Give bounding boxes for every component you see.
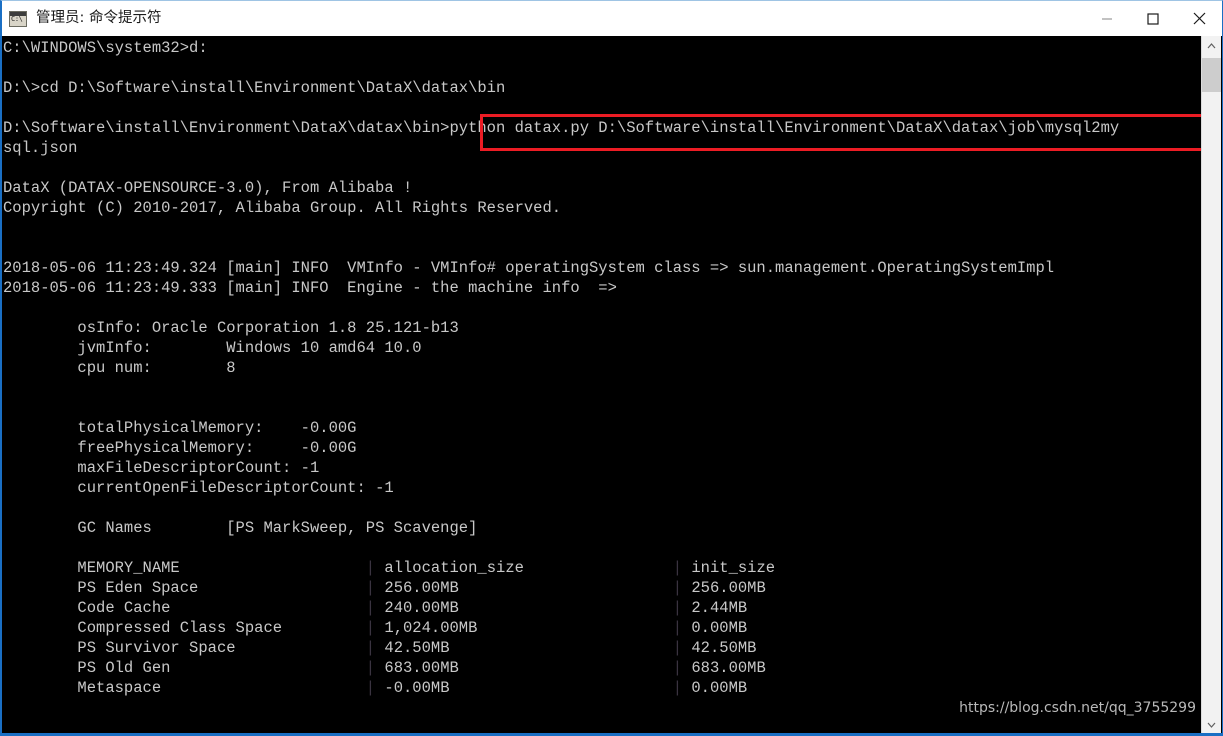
window-controls <box>1084 1 1222 36</box>
console-text: C:\WINDOWS\system32>d: D:\>cd D:\Softwar… <box>3 39 1120 697</box>
column-separator: | <box>365 559 376 577</box>
window-title: 管理员: 命令提示符 <box>36 10 162 26</box>
window-titlebar[interactable]: C:\ 管理员: 命令提示符 <box>2 1 1222 36</box>
column-separator: | <box>672 639 683 657</box>
column-separator: | <box>672 679 683 697</box>
column-separator: | <box>672 619 683 637</box>
terminal-output-area[interactable]: C:\WINDOWS\system32>d: D:\>cd D:\Softwar… <box>2 36 1205 733</box>
scrollbar-thumb[interactable] <box>1202 58 1221 92</box>
column-separator: | <box>365 579 376 597</box>
command-prompt-window: C:\ 管理员: 命令提示符 C:\WINDOWS\system32>d: D:… <box>0 0 1223 736</box>
chevron-up-icon[interactable] <box>1202 36 1221 55</box>
maximize-button[interactable] <box>1130 1 1176 36</box>
column-separator: | <box>365 639 376 657</box>
column-separator: | <box>672 559 683 577</box>
column-separator: | <box>672 599 683 617</box>
column-separator: | <box>365 679 376 697</box>
column-separator: | <box>365 619 376 637</box>
chevron-down-icon[interactable] <box>1202 715 1221 733</box>
column-separator: | <box>365 659 376 677</box>
vertical-scrollbar[interactable] <box>1201 36 1221 733</box>
column-separator: | <box>365 599 376 617</box>
console-icon-glyph: C:\ <box>11 14 23 23</box>
close-button[interactable] <box>1176 1 1222 36</box>
column-separator: | <box>672 659 683 677</box>
column-separator: | <box>672 579 683 597</box>
console-icon: C:\ <box>9 10 27 27</box>
watermark-url: https://blog.csdn.net/qq_3755299 <box>959 700 1196 716</box>
minimize-button[interactable] <box>1084 1 1130 36</box>
